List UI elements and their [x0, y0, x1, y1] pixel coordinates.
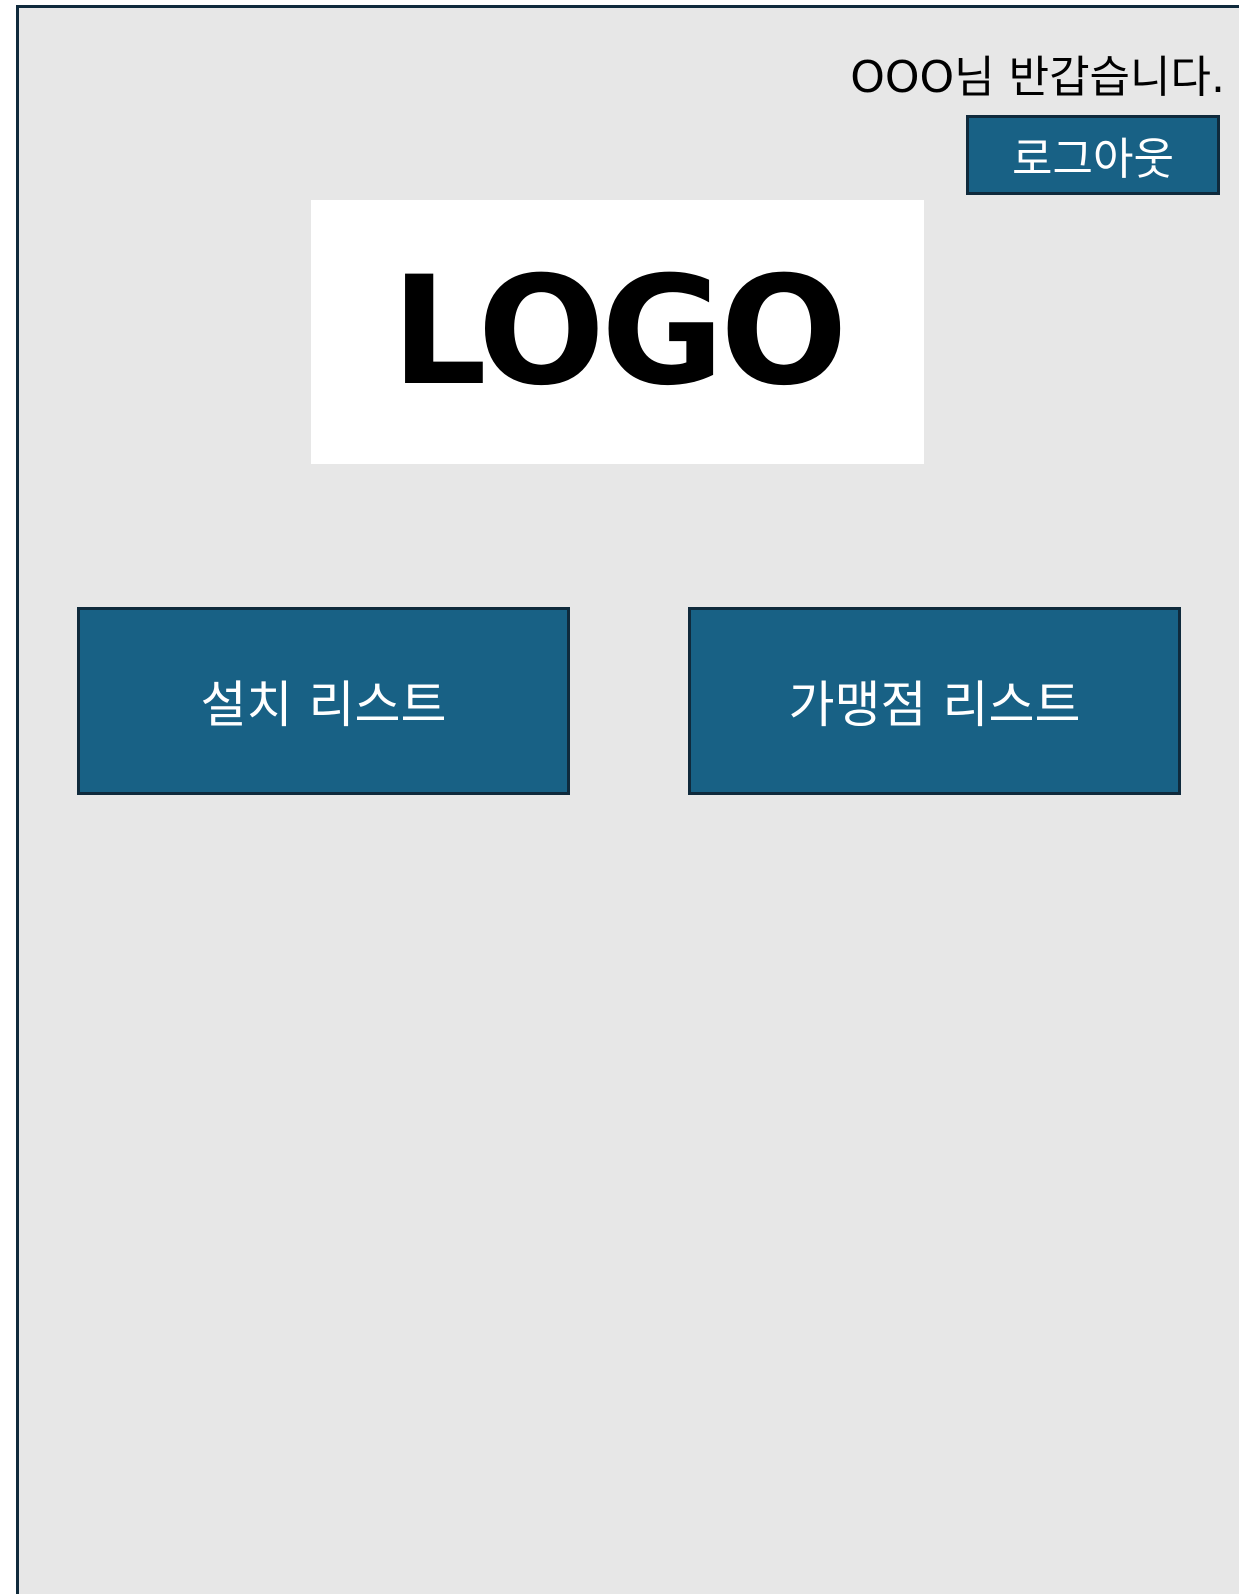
install-list-label: 설치 리스트 [200, 676, 447, 734]
store-list-button[interactable]: 가맹점 리스트 [688, 607, 1181, 795]
logout-button[interactable]: 로그아웃 [966, 115, 1220, 195]
main-screen: OOO님 반갑습니다. 로그아웃 LOGO 설치 리스트 가맹점 리스트 [16, 5, 1239, 1594]
install-list-button[interactable]: 설치 리스트 [77, 607, 570, 795]
logo-text: LOGO [391, 245, 847, 419]
store-list-label: 가맹점 리스트 [788, 676, 1081, 734]
logo: LOGO [311, 200, 924, 464]
greeting-text: OOO님 반갑습니다. [850, 52, 1225, 103]
